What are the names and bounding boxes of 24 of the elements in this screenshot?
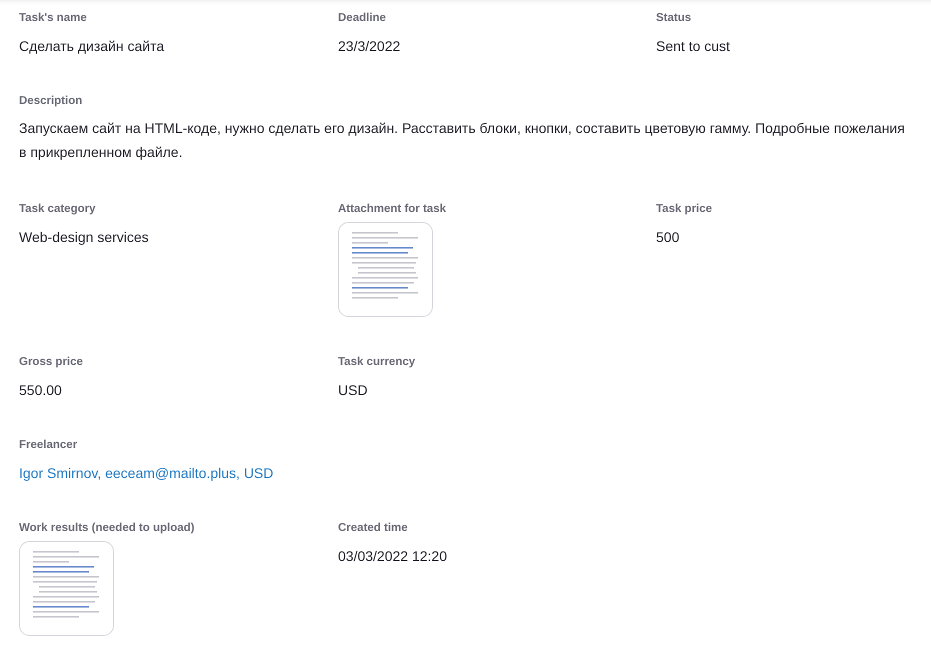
field-label: Gross price [19, 355, 83, 369]
field-label: Task category [19, 202, 96, 216]
field-label: Task price [656, 202, 712, 216]
field-label: Created time [338, 521, 408, 535]
field-value: 23/3/2022 [338, 37, 400, 56]
document-thumbnail[interactable] [19, 541, 114, 636]
field-value: Web-design services [19, 228, 149, 247]
field-value: Sent to cust [656, 37, 730, 56]
description-text: Запускаем сайт на HTML-коде, нужно сделать его дизайн. Расставить блоки, кнопки, составить цветовую гамму. Подробные пожелания в прикрепленном файле. [19, 119, 906, 162]
field-label: Task currency [338, 355, 416, 369]
field-label: Task's name [19, 11, 87, 25]
field-value: 550.00 [19, 381, 62, 400]
field-value: Сделать дизайн сайта [19, 37, 164, 56]
field-label: Deadline [338, 11, 386, 25]
field-label: Freelancer [19, 438, 78, 452]
field-value: 03/03/2022 12:20 [338, 547, 447, 566]
field-value: USD [338, 381, 368, 400]
field-label: Status [656, 11, 692, 25]
field-label: Attachment for task [338, 202, 446, 216]
field-label: Work results (needed to upload) [19, 521, 194, 535]
document-thumbnail[interactable] [338, 222, 433, 317]
field-value: 500 [656, 228, 680, 247]
freelancer-link[interactable]: Igor Smirnov, eeceam@mailto.plus, USD [19, 463, 274, 483]
field-label: Description [19, 94, 82, 108]
